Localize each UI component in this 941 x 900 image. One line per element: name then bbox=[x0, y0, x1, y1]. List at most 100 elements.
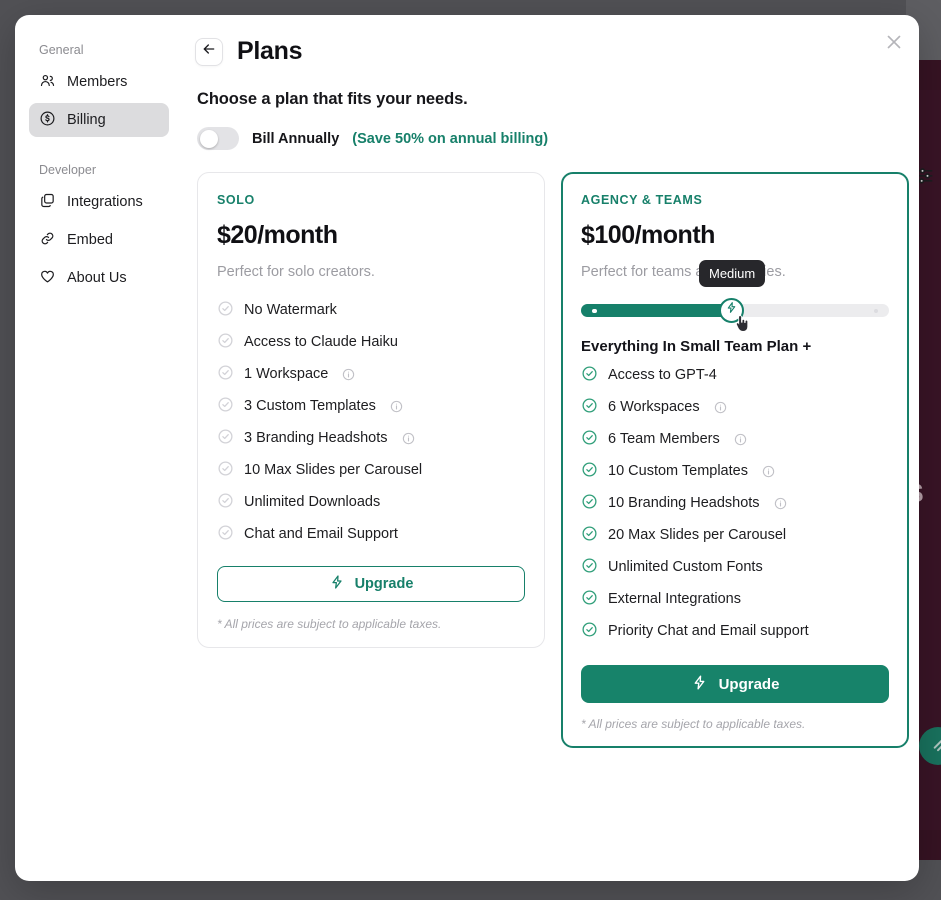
feature-label: 20 Max Slides per Carousel bbox=[608, 527, 787, 543]
feature-item: 3 Branding Headshots bbox=[217, 422, 525, 454]
check-circle-icon bbox=[217, 332, 234, 353]
feature-item: 10 Branding Headshots bbox=[581, 487, 889, 519]
slider-fill bbox=[581, 304, 734, 317]
feature-label: No Watermark bbox=[244, 302, 337, 318]
back-button[interactable] bbox=[195, 37, 223, 66]
info-icon[interactable] bbox=[774, 497, 787, 510]
slider-thumb[interactable] bbox=[719, 297, 744, 323]
check-circle-icon bbox=[217, 460, 234, 481]
sidebar-item-members[interactable]: Members bbox=[29, 65, 169, 99]
check-circle-icon bbox=[217, 524, 234, 545]
check-circle-icon bbox=[217, 364, 234, 385]
bill-annually-label: Bill Annually bbox=[252, 130, 340, 147]
plans-panel: Plans Choose a plan that fits your needs… bbox=[183, 15, 919, 881]
feature-label: 6 Workspaces bbox=[608, 399, 700, 415]
check-circle-icon bbox=[581, 557, 598, 578]
sidebar-group-label-developer: Developer bbox=[39, 163, 96, 177]
slider-start-dot bbox=[592, 308, 597, 313]
sidebar-item-label: Billing bbox=[67, 112, 106, 128]
info-icon[interactable] bbox=[402, 432, 415, 445]
feature-list-agency: Access to GPT-4 6 Workspaces 6 Team Memb… bbox=[581, 359, 889, 647]
info-icon[interactable] bbox=[390, 400, 403, 413]
feature-label: Access to Claude Haiku bbox=[244, 334, 398, 350]
feature-label: Chat and Email Support bbox=[244, 526, 398, 542]
sidebar-item-about-us[interactable]: About Us bbox=[29, 261, 169, 295]
info-icon[interactable] bbox=[762, 465, 775, 478]
sidebar-item-label: Integrations bbox=[67, 194, 143, 210]
page-header: Plans bbox=[195, 37, 919, 66]
bill-annually-toggle[interactable] bbox=[197, 127, 239, 150]
integrations-icon bbox=[39, 192, 56, 213]
upgrade-button-solo[interactable]: Upgrade bbox=[217, 566, 525, 602]
feature-item: Priority Chat and Email support bbox=[581, 615, 889, 647]
heart-icon bbox=[39, 268, 56, 289]
check-circle-icon bbox=[581, 589, 598, 610]
tax-note: * All prices are subject to applicable t… bbox=[581, 717, 806, 731]
check-circle-icon bbox=[581, 525, 598, 546]
arrow-left-icon bbox=[201, 41, 217, 62]
feature-group-heading: Everything In Small Team Plan + bbox=[581, 338, 812, 355]
sidebar-group-label-general: General bbox=[39, 43, 84, 57]
sidebar-item-integrations[interactable]: Integrations bbox=[29, 185, 169, 219]
sidebar-item-label: Members bbox=[67, 74, 128, 90]
check-circle-icon bbox=[581, 397, 598, 418]
settings-modal: General Members Billing Developer Integr… bbox=[15, 15, 919, 881]
feature-label: 3 Custom Templates bbox=[244, 398, 376, 414]
feature-item: Access to GPT-4 bbox=[581, 359, 889, 391]
feature-item: No Watermark bbox=[217, 294, 525, 326]
plan-tier-slider[interactable]: Medium bbox=[581, 260, 889, 332]
annual-savings-note: (Save 50% on annual billing) bbox=[352, 130, 549, 147]
check-circle-icon bbox=[217, 492, 234, 513]
feature-item: Access to Claude Haiku bbox=[217, 326, 525, 358]
sidebar-item-billing[interactable]: Billing bbox=[29, 103, 169, 137]
feature-list-solo: No Watermark Access to Claude Haiku 1 Wo… bbox=[217, 294, 525, 550]
check-circle-icon bbox=[217, 396, 234, 417]
feature-label: 10 Custom Templates bbox=[608, 463, 748, 479]
plan-tag: AGENCY & TEAMS bbox=[581, 193, 703, 207]
feature-label: Priority Chat and Email support bbox=[608, 623, 809, 639]
feature-item: 1 Workspace bbox=[217, 358, 525, 390]
check-circle-icon bbox=[581, 621, 598, 642]
check-circle-icon bbox=[581, 461, 598, 482]
feature-item: Unlimited Downloads bbox=[217, 486, 525, 518]
plan-description: Perfect for solo creators. bbox=[217, 264, 375, 280]
bolt-icon bbox=[329, 574, 345, 594]
bolt-icon bbox=[691, 674, 708, 695]
plan-price: $20/month bbox=[217, 221, 338, 249]
feature-label: 3 Branding Headshots bbox=[244, 430, 388, 446]
bolt-icon bbox=[725, 301, 738, 319]
sidebar-item-label: Embed bbox=[67, 232, 113, 248]
upgrade-button-agency[interactable]: Upgrade bbox=[581, 665, 889, 703]
close-icon[interactable] bbox=[883, 31, 905, 53]
tax-note: * All prices are subject to applicable t… bbox=[217, 617, 442, 631]
page-subtitle: Choose a plan that fits your needs. bbox=[197, 90, 468, 108]
feature-label: Access to GPT-4 bbox=[608, 367, 717, 383]
info-icon[interactable] bbox=[734, 433, 747, 446]
sidebar-item-embed[interactable]: Embed bbox=[29, 223, 169, 257]
feature-label: 6 Team Members bbox=[608, 431, 720, 447]
feature-item: 6 Workspaces bbox=[581, 391, 889, 423]
info-icon[interactable] bbox=[342, 368, 355, 381]
slider-end-dot bbox=[873, 308, 878, 313]
feature-label: 10 Branding Headshots bbox=[608, 495, 760, 511]
feature-item: 20 Max Slides per Carousel bbox=[581, 519, 889, 551]
members-icon bbox=[39, 72, 56, 93]
check-circle-icon bbox=[217, 300, 234, 321]
embed-icon bbox=[39, 230, 56, 251]
toggle-knob bbox=[199, 129, 218, 148]
sidebar-item-label: About Us bbox=[67, 270, 127, 286]
feature-item: Unlimited Custom Fonts bbox=[581, 551, 889, 583]
billing-cycle-row: Bill Annually (Save 50% on annual billin… bbox=[197, 127, 919, 150]
upgrade-label: Upgrade bbox=[718, 675, 780, 693]
upgrade-label: Upgrade bbox=[354, 576, 414, 592]
info-icon[interactable] bbox=[714, 401, 727, 414]
check-circle-icon bbox=[581, 493, 598, 514]
check-circle-icon bbox=[581, 429, 598, 450]
feature-item: 10 Max Slides per Carousel bbox=[217, 454, 525, 486]
feature-item: 10 Custom Templates bbox=[581, 455, 889, 487]
page-title: Plans bbox=[237, 37, 303, 65]
feature-label: External Integrations bbox=[608, 591, 741, 607]
feature-item: 3 Custom Templates bbox=[217, 390, 525, 422]
sidebar: General Members Billing Developer Integr… bbox=[15, 15, 183, 881]
feature-label: Unlimited Custom Fonts bbox=[608, 559, 763, 575]
